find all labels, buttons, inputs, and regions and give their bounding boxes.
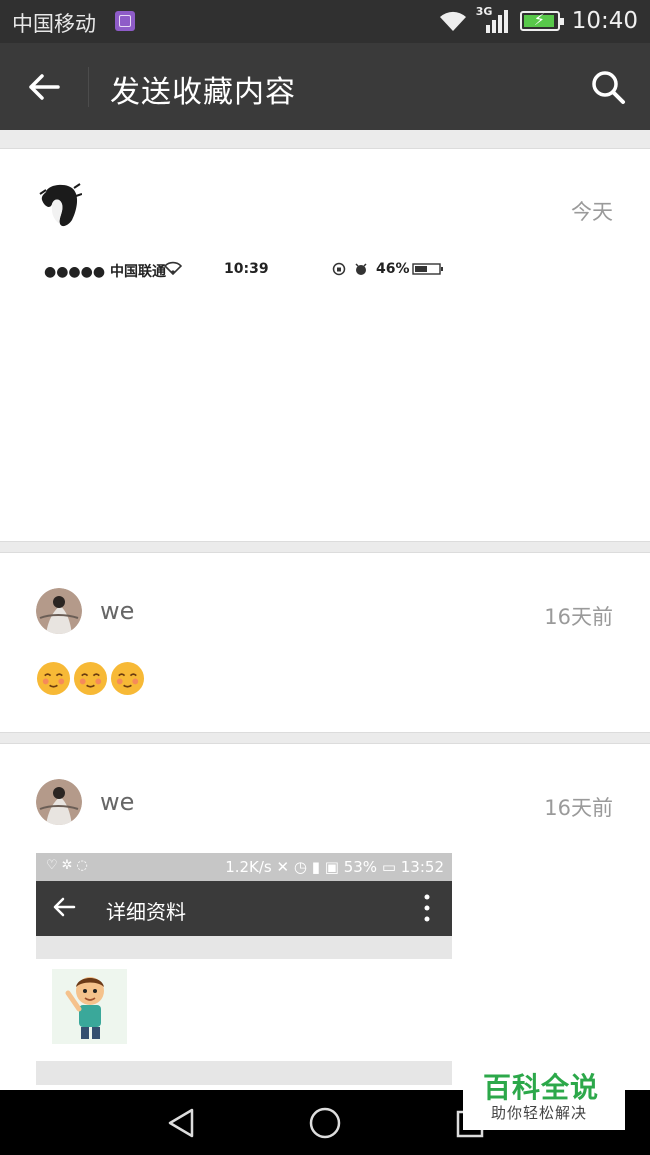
gallery-notification-icon [115,11,135,31]
screenshot-status-preview: ●●●●● 中国联通 10:39 46% [44,261,454,283]
item-time: 16天前 [544,605,613,629]
wifi-icon [439,11,466,31]
battery-icon [412,263,443,275]
avatar [36,779,82,825]
clock: 10:40 [571,8,638,34]
notification-icons: ♡✲◌ [46,858,92,873]
favorite-item[interactable]: we 16天前 ♡✲◌ 1.2K/s ✕ ◷ ▮ ▣ 53% ▭ 13:52 详… [0,743,650,1103]
blush-emoji-icon [73,661,108,696]
triangle-back-icon [168,1108,194,1138]
arrow-left-icon [53,897,76,917]
cartoon-boy-avatar [52,969,127,1044]
screenshot-thumbnail: ♡✲◌ 1.2K/s ✕ ◷ ▮ ▣ 53% ▭ 13:52 详细资料 [36,853,452,1085]
title-bar: 发送收藏内容 [0,43,650,130]
watermark-title: 百科全说 [483,1071,600,1104]
item-time: 今天 [571,200,613,224]
carrier-label: 中国移动 [12,12,96,36]
preview-battery: 46% [376,261,410,277]
alarm-icon [355,263,367,275]
avatar [36,588,82,634]
page-title: 发送收藏内容 [110,75,296,110]
title-divider [88,67,89,107]
wifi-icon [164,261,182,275]
screenshot-status-bar: ♡✲◌ 1.2K/s ✕ ◷ ▮ ▣ 53% ▭ 13:52 [36,853,452,881]
nav-home-button[interactable] [304,1102,346,1144]
watermark-logo: 百科全说 助你轻松解决 [463,1060,625,1130]
nav-back-button[interactable] [160,1102,202,1144]
network-speed: 1.2K/s [225,858,272,876]
back-button[interactable] [18,63,70,111]
preview-time: 10:39 [224,261,269,277]
search-icon [592,71,625,104]
screenshot-battery: 53% [343,858,378,876]
screenshot-time: 13:52 [400,858,444,876]
circle-home-icon [309,1107,341,1139]
blush-emoji-icon [36,661,71,696]
screenshot-title-bar: 详细资料 [36,881,452,936]
arrow-left-icon [29,74,60,100]
more-vertical-icon [424,894,430,922]
blush-emoji-icon [110,661,145,696]
signal-icon: 3G [476,5,512,35]
rotation-lock-icon [332,262,346,276]
status-icons: ✕ ◷ ▮ ▣ [276,858,344,876]
search-button[interactable] [584,63,632,111]
watermark-subtitle: 助你轻松解决 [491,1104,588,1122]
favorite-item[interactable]: 今天 ●●●●● 中国联通 10:39 46% [0,148,650,542]
battery-icon: ▭ [381,858,401,876]
favorite-item[interactable]: we 16天前 [0,552,650,733]
sender-name: we [100,788,135,816]
status-bar: 中国移动 3G ⚡ 10:40 [0,0,650,43]
sender-name: we [100,597,135,625]
screenshot-title: 详细资料 [106,900,186,924]
avatar [38,182,82,228]
item-time: 16天前 [544,796,613,820]
preview-carrier: ●●●●● 中国联通 [44,264,166,280]
battery-charging-icon: ⚡ [519,10,564,31]
emoji-content [36,661,145,696]
